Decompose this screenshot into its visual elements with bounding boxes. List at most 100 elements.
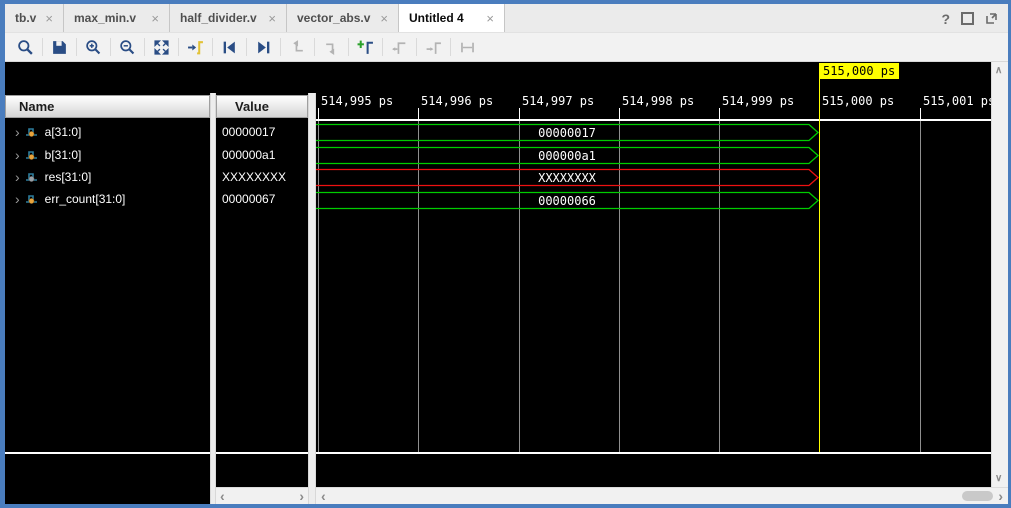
panel-divider-line: [5, 452, 210, 454]
close-icon[interactable]: ×: [486, 11, 494, 26]
previous-edge-button[interactable]: [383, 35, 416, 59]
vertical-scrollbar[interactable]: ∧ ∨: [991, 62, 1008, 487]
go-to-end-icon: [255, 39, 272, 56]
previous-edge-icon: [391, 39, 408, 56]
search-icon: [17, 39, 34, 56]
zoom-out-button[interactable]: [111, 35, 144, 59]
ruler-label: 514,997 ps: [522, 94, 594, 108]
next-transition-button[interactable]: [315, 35, 348, 59]
tab-max-min-v[interactable]: max_min.v ×: [64, 4, 170, 32]
scroll-right-icon[interactable]: ›: [998, 488, 1003, 504]
wave-row-err-count: 00000066: [316, 191, 991, 210]
close-icon[interactable]: ×: [380, 11, 388, 26]
wave-row-b: 000000a1: [316, 146, 991, 165]
scroll-right-icon[interactable]: ›: [299, 488, 304, 504]
bus-value-label: 000000a1: [316, 146, 818, 165]
ruler-label: 514,998 ps: [622, 94, 694, 108]
value-header-label: Value: [235, 99, 269, 114]
float-window-icon[interactable]: [985, 12, 998, 25]
panel-divider-line: [216, 452, 308, 454]
bus-signal-icon: [25, 171, 39, 183]
tab-untitled-4[interactable]: Untitled 4 ×: [399, 4, 505, 32]
tab-bar: tb.v × max_min.v × half_divider.v × vect…: [5, 4, 1008, 33]
save-icon: [51, 39, 68, 56]
expand-chevron-icon[interactable]: ›: [15, 150, 20, 160]
find-button[interactable]: [9, 35, 42, 59]
save-button[interactable]: [43, 35, 76, 59]
swap-cursors-button[interactable]: [451, 35, 484, 59]
tab-label: half_divider.v: [180, 11, 257, 25]
signal-name: a[31:0]: [45, 125, 82, 139]
expand-chevron-icon[interactable]: ›: [15, 127, 20, 137]
time-cursor-line[interactable]: [819, 63, 820, 453]
next-edge-icon: [425, 39, 442, 56]
add-marker-icon: [357, 39, 374, 56]
go-to-start-icon: [221, 39, 238, 56]
tab-label: vector_abs.v: [297, 11, 370, 25]
signal-value: 000000a1: [222, 148, 275, 162]
value-column-header[interactable]: Value: [216, 95, 308, 118]
scrollbar-thumb[interactable]: [962, 491, 993, 501]
tab-half-divider-v[interactable]: half_divider.v ×: [170, 4, 287, 32]
window-controls: ?: [941, 4, 998, 33]
waveform-canvas[interactable]: 514,995 ps 514,996 ps 514,997 ps 514,998…: [316, 62, 991, 487]
wave-toolbar: [5, 33, 1008, 62]
scroll-left-icon[interactable]: ‹: [321, 488, 326, 504]
expand-chevron-icon[interactable]: ›: [15, 194, 20, 204]
close-icon[interactable]: ×: [45, 11, 53, 26]
maximize-icon[interactable]: [961, 12, 974, 25]
help-icon[interactable]: ?: [941, 11, 950, 27]
signal-value: XXXXXXXX: [222, 170, 286, 184]
go-to-end-button[interactable]: [247, 35, 280, 59]
bus-value-label: 00000066: [316, 191, 818, 210]
signal-name: err_count[31:0]: [45, 192, 126, 206]
bus-value-label: XXXXXXXX: [316, 168, 818, 187]
bus-signal-icon: [25, 149, 39, 161]
tab-label: Untitled 4: [409, 11, 464, 25]
signal-row-res[interactable]: › res[31:0] XXXXXXXX: [5, 166, 308, 188]
next-edge-button[interactable]: [417, 35, 450, 59]
previous-transition-icon: [289, 39, 306, 56]
ruler-label: 514,996 ps: [421, 94, 493, 108]
tab-label: max_min.v: [74, 11, 136, 25]
waveform-bottom-line: [316, 452, 991, 454]
expand-chevron-icon[interactable]: ›: [15, 172, 20, 182]
tab-tb-v[interactable]: tb.v ×: [5, 4, 64, 32]
name-header-label: Name: [19, 99, 54, 114]
add-marker-button[interactable]: [349, 35, 382, 59]
waveform-horizontal-scrollbar[interactable]: ‹ ›: [316, 487, 1008, 504]
close-icon[interactable]: ×: [151, 11, 159, 26]
close-icon[interactable]: ×: [268, 11, 276, 26]
zoom-in-button[interactable]: [77, 35, 110, 59]
scroll-left-icon[interactable]: ‹: [220, 488, 225, 504]
value-wave-splitter[interactable]: [308, 93, 316, 504]
ruler-label: 514,999 ps: [722, 94, 794, 108]
ruler-label: 515,001 ps: [923, 94, 991, 108]
scroll-up-icon[interactable]: ∧: [995, 65, 1002, 76]
name-column-header[interactable]: Name: [5, 95, 210, 118]
signal-row-b[interactable]: › b[31:0] 000000a1: [5, 144, 308, 166]
signal-value: 00000067: [222, 192, 275, 206]
wave-row-a: 00000017: [316, 123, 991, 142]
signal-row-a[interactable]: › a[31:0] 00000017: [5, 121, 308, 143]
signal-name: res[31:0]: [45, 170, 92, 184]
zoom-to-cursor-button[interactable]: [179, 35, 212, 59]
tab-vector-abs-v[interactable]: vector_abs.v ×: [287, 4, 399, 32]
zoom-fit-button[interactable]: [145, 35, 178, 59]
signal-name: b[31:0]: [45, 148, 82, 162]
zoom-in-icon: [85, 39, 102, 56]
signal-row-err-count[interactable]: › err_count[31:0] 00000067: [5, 188, 308, 210]
ruler-label: 514,995 ps: [321, 94, 393, 108]
zoom-to-cursor-icon: [187, 39, 204, 56]
scroll-down-icon[interactable]: ∨: [995, 473, 1002, 484]
time-cursor-label[interactable]: 515,000 ps: [819, 63, 899, 79]
tab-label: tb.v: [15, 11, 36, 25]
ruler-label: 515,000 ps: [822, 94, 894, 108]
bus-signal-icon: [25, 193, 39, 205]
value-horizontal-scrollbar[interactable]: ‹ ›: [216, 487, 308, 504]
wave-window: tb.v × max_min.v × half_divider.v × vect…: [5, 4, 1008, 504]
zoom-out-icon: [119, 39, 136, 56]
previous-transition-button[interactable]: [281, 35, 314, 59]
go-to-start-button[interactable]: [213, 35, 246, 59]
signal-value: 00000017: [222, 125, 275, 139]
